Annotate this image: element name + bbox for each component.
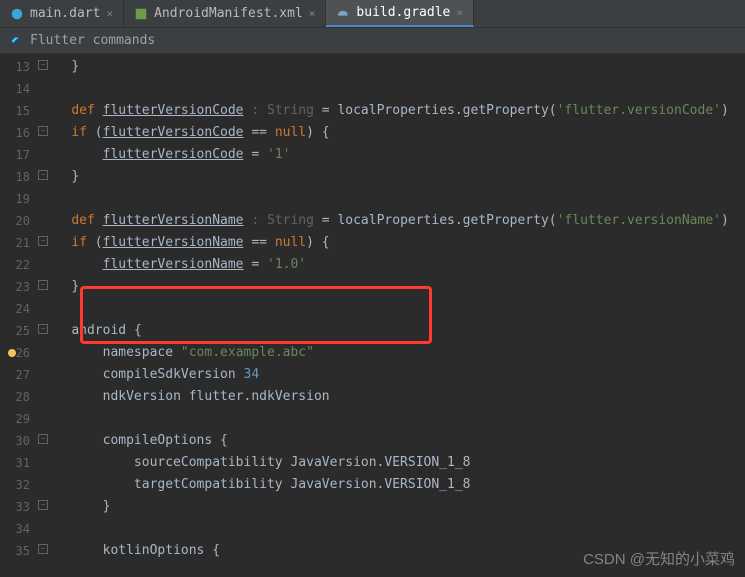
close-icon[interactable]: × (309, 7, 316, 20)
fold-icon[interactable]: − (38, 434, 48, 444)
fold-icon[interactable]: − (38, 324, 48, 334)
line-number: 25 (0, 320, 40, 342)
code-editor[interactable]: 1314151617181920212223242526272829303132… (0, 54, 745, 562)
fold-icon[interactable]: − (38, 170, 48, 180)
line-number: 29 (0, 408, 40, 430)
tab-label: main.dart (30, 6, 100, 21)
close-icon[interactable]: × (106, 7, 113, 20)
line-number: 31 (0, 452, 40, 474)
line-number: 16 (0, 122, 40, 144)
fold-icon[interactable]: − (38, 280, 48, 290)
line-number: 22 (0, 254, 40, 276)
line-number: 15 (0, 100, 40, 122)
line-number: 28 (0, 386, 40, 408)
tab-main-dart[interactable]: main.dart × (0, 0, 124, 27)
warning-icon[interactable] (8, 349, 16, 357)
line-number: 13 (0, 56, 40, 78)
line-number: 20 (0, 210, 40, 232)
xml-icon (134, 7, 148, 21)
line-number: 26 (0, 342, 40, 364)
flutter-icon (8, 34, 22, 48)
line-number: 19 (0, 188, 40, 210)
line-number: 21 (0, 232, 40, 254)
gradle-icon (336, 6, 350, 20)
dart-icon (10, 7, 24, 21)
line-number: 34 (0, 518, 40, 540)
line-number: 32 (0, 474, 40, 496)
line-number: 35 (0, 540, 40, 562)
tab-bar: main.dart × AndroidManifest.xml × build.… (0, 0, 745, 28)
fold-icon[interactable]: − (38, 236, 48, 246)
line-number: 14 (0, 78, 40, 100)
line-number: 27 (0, 364, 40, 386)
line-number: 23 (0, 276, 40, 298)
line-number: 18 (0, 166, 40, 188)
watermark: CSDN @无知的小菜鸡 (583, 548, 735, 569)
gutter: 1314151617181920212223242526272829303132… (0, 54, 40, 562)
line-number: 30 (0, 430, 40, 452)
fold-icon[interactable]: − (38, 60, 48, 70)
fold-icon[interactable]: − (38, 126, 48, 136)
tab-label: AndroidManifest.xml (154, 6, 303, 21)
line-number: 17 (0, 144, 40, 166)
code-area[interactable]: − } def flutterVersionCode : String = lo… (40, 54, 745, 562)
banner-label: Flutter commands (30, 33, 155, 48)
tab-label: build.gradle (356, 5, 450, 20)
tab-build-gradle[interactable]: build.gradle × (326, 0, 474, 27)
tab-android-manifest[interactable]: AndroidManifest.xml × (124, 0, 326, 27)
flutter-commands-banner[interactable]: Flutter commands (0, 28, 745, 54)
fold-icon[interactable]: − (38, 544, 48, 554)
line-number: 24 (0, 298, 40, 320)
close-icon[interactable]: × (456, 6, 463, 19)
fold-icon[interactable]: − (38, 500, 48, 510)
line-number: 33 (0, 496, 40, 518)
